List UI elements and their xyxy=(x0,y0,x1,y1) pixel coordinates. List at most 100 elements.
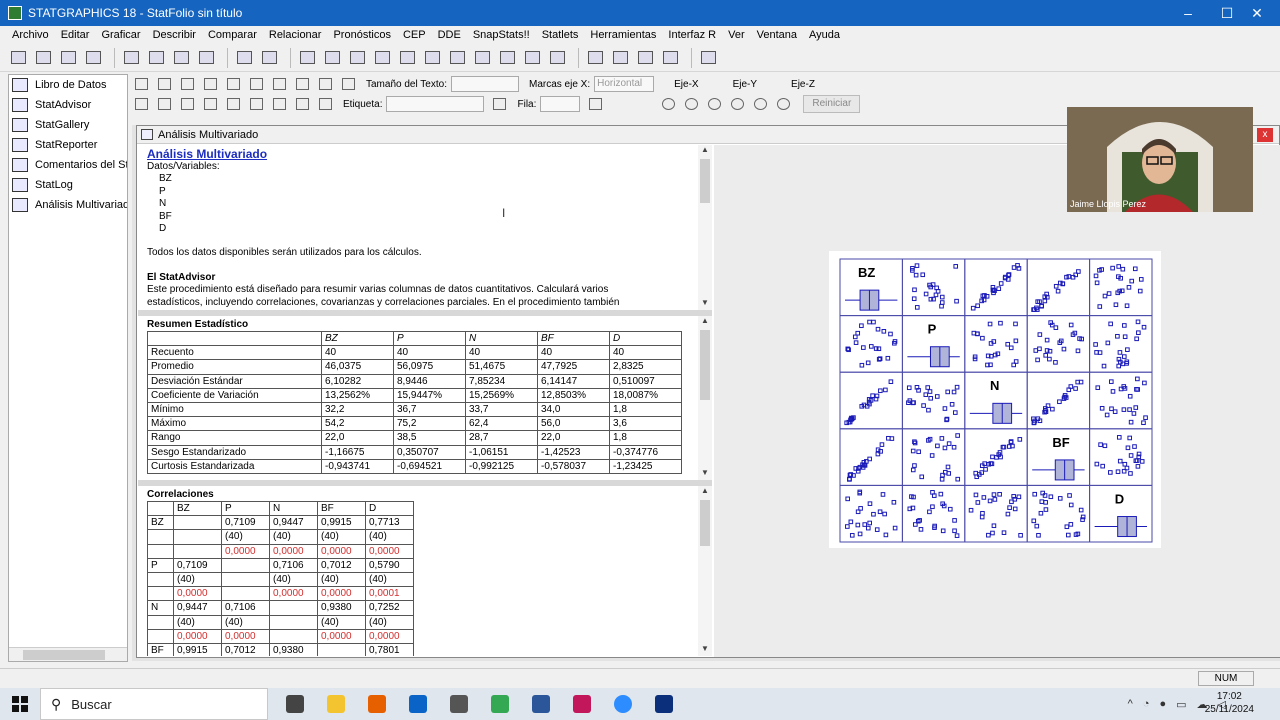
distribution-icon[interactable] xyxy=(547,48,567,68)
menu-interfaz-r[interactable]: Interfaz R xyxy=(662,29,722,41)
menu-editar[interactable]: Editar xyxy=(55,29,96,41)
axis-marks-select[interactable]: Horizontal xyxy=(594,76,655,92)
axis-z-button[interactable]: Eje-Z xyxy=(791,79,815,90)
menu-ayuda[interactable]: Ayuda xyxy=(803,29,846,41)
correlations-scrollbar[interactable]: ▲ ▼ xyxy=(698,486,712,656)
menu-statlets[interactable]: Statlets xyxy=(536,29,585,41)
menu-dde[interactable]: DDE xyxy=(432,29,467,41)
log-icon[interactable] xyxy=(178,96,196,112)
table-icon[interactable] xyxy=(322,48,342,68)
barchart-icon[interactable] xyxy=(372,48,392,68)
multivariate-icon[interactable] xyxy=(472,48,492,68)
density-icon[interactable] xyxy=(522,48,542,68)
statgraphics-icon[interactable] xyxy=(650,692,678,716)
line-tool-icon[interactable] xyxy=(247,96,265,112)
zoom-in-x-icon[interactable] xyxy=(659,96,677,112)
sidebar-horizontal-scrollbar[interactable] xyxy=(9,647,127,661)
calculator-icon[interactable] xyxy=(698,48,718,68)
label-input[interactable] xyxy=(386,96,485,112)
graph-options-icon[interactable] xyxy=(132,76,150,92)
microphone-icon[interactable]: ● xyxy=(1159,698,1166,710)
sidebar-item-statgallery[interactable]: StatGallery xyxy=(9,115,127,135)
save-graph-icon[interactable] xyxy=(201,76,219,92)
compass-icon[interactable] xyxy=(610,48,630,68)
zoom-out-y-icon[interactable] xyxy=(728,96,746,112)
axis-y-button[interactable]: Eje-Y xyxy=(733,79,757,90)
sidebar-item-statreporter[interactable]: StatReporter xyxy=(9,135,127,155)
layout-icon[interactable] xyxy=(132,96,150,112)
r-icon[interactable] xyxy=(635,48,655,68)
zoom-out-x-icon[interactable] xyxy=(682,96,700,112)
tool-icon[interactable] xyxy=(585,48,605,68)
zoom-out-z-icon[interactable] xyxy=(774,96,792,112)
zoom-in-y-icon[interactable] xyxy=(705,96,723,112)
undo-icon[interactable] xyxy=(196,48,216,68)
cut-icon[interactable] xyxy=(121,48,141,68)
crosshair-icon[interactable] xyxy=(247,76,265,92)
menu-herramientas[interactable]: Herramientas xyxy=(584,29,662,41)
scatter-icon[interactable] xyxy=(347,48,367,68)
save-icon[interactable] xyxy=(33,48,53,68)
analysis-window-close-button[interactable]: x xyxy=(1257,128,1273,142)
regression-icon[interactable] xyxy=(422,48,442,68)
pen-icon[interactable] xyxy=(270,76,288,92)
tray-chevron-icon[interactable]: ^ xyxy=(1128,698,1133,710)
row-input[interactable] xyxy=(540,96,581,112)
menu-describir[interactable]: Describir xyxy=(147,29,202,41)
print-preview-icon[interactable] xyxy=(234,48,254,68)
zoom-in-z-icon[interactable] xyxy=(751,96,769,112)
new-icon[interactable] xyxy=(8,48,28,68)
scatterplot-matrix[interactable]: BZ P N BF D xyxy=(829,251,1161,548)
file-explorer-icon[interactable] xyxy=(322,692,350,716)
taskbar-search-box[interactable]: ⚲ Buscar xyxy=(40,688,268,720)
paste-icon[interactable] xyxy=(171,48,191,68)
menu-snapstats-[interactable]: SnapStats!! xyxy=(467,29,536,41)
analysis-heading[interactable]: Análisis Multivariado xyxy=(147,147,267,161)
pane-options-icon[interactable] xyxy=(155,76,173,92)
zoom-graph-icon[interactable] xyxy=(316,76,334,92)
line-icon[interactable] xyxy=(397,48,417,68)
sidebar-item-an-lisis-multivariado[interactable]: Análisis Multivariado xyxy=(9,195,127,215)
menu-pron-sticos[interactable]: Pronósticos xyxy=(327,29,396,41)
menu-graficar[interactable]: Graficar xyxy=(95,29,146,41)
taskbar-clock[interactable]: 17:02 25/11/2024 xyxy=(1205,690,1254,716)
menu-archivo[interactable]: Archivo xyxy=(6,29,55,41)
snap-icon[interactable] xyxy=(660,48,680,68)
zoom-icon[interactable] xyxy=(609,692,637,716)
menu-cep[interactable]: CEP xyxy=(397,29,432,41)
table-icon[interactable] xyxy=(155,96,173,112)
align-icon[interactable] xyxy=(293,96,311,112)
print-icon[interactable] xyxy=(58,48,78,68)
settings-icon[interactable] xyxy=(445,692,473,716)
find-icon[interactable] xyxy=(259,48,279,68)
firefox-icon[interactable] xyxy=(363,692,391,716)
sidebar-item-comentarios-del-statfolio[interactable]: Comentarios del StatFolio xyxy=(9,155,127,175)
binoculars-icon[interactable] xyxy=(490,96,508,112)
battery-icon[interactable]: ▭ xyxy=(1176,698,1186,711)
chrome-icon[interactable] xyxy=(486,692,514,716)
menu-comparar[interactable]: Comparar xyxy=(202,29,263,41)
copy-graph-icon[interactable] xyxy=(178,76,196,92)
sidebar-item-statadvisor[interactable]: StatAdvisor xyxy=(9,95,127,115)
stats-scrollbar[interactable]: ▲ ▼ xyxy=(698,316,712,480)
brush-icon[interactable] xyxy=(293,76,311,92)
plot-icon[interactable] xyxy=(297,48,317,68)
save-all-icon[interactable] xyxy=(83,48,103,68)
hatch-icon[interactable] xyxy=(201,96,219,112)
move-icon[interactable] xyxy=(270,96,288,112)
histogram-icon[interactable] xyxy=(497,48,517,68)
summary-scrollbar[interactable]: ▲ ▼ xyxy=(698,145,712,310)
camera-icon[interactable] xyxy=(568,692,596,716)
bulb-icon[interactable] xyxy=(316,96,334,112)
menu-ver[interactable]: Ver xyxy=(722,29,751,41)
binoculars-row-icon[interactable] xyxy=(586,96,604,112)
axis-x-button[interactable]: Eje-X xyxy=(674,79,698,90)
help-graph-icon[interactable] xyxy=(224,96,242,112)
frame-icon[interactable] xyxy=(339,76,357,92)
menu-ventana[interactable]: Ventana xyxy=(751,29,803,41)
reset-button[interactable]: Reiniciar xyxy=(803,95,861,113)
word-icon[interactable] xyxy=(527,692,555,716)
sidebar-item-statlog[interactable]: StatLog xyxy=(9,175,127,195)
sidebar-item-libro-de-datos[interactable]: Libro de Datos xyxy=(9,75,127,95)
start-button[interactable] xyxy=(0,688,40,720)
